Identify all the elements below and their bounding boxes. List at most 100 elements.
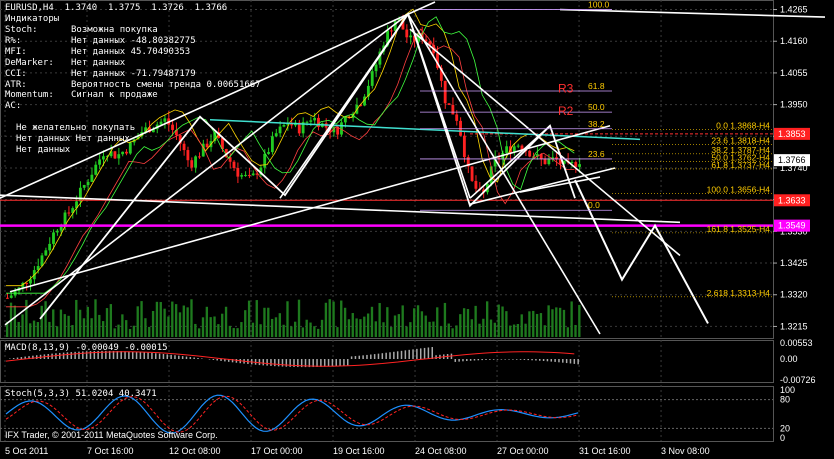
volume-bar xyxy=(198,328,201,337)
volume-bar xyxy=(493,322,497,337)
trend-line xyxy=(9,124,611,293)
volume-bar xyxy=(98,314,101,337)
volume-bar xyxy=(82,318,86,337)
candle-body xyxy=(90,174,94,182)
candle-body xyxy=(117,154,121,159)
volume-bar xyxy=(213,316,216,337)
volume-bar xyxy=(482,318,485,337)
price-label-text: 1.3633 xyxy=(778,195,806,205)
volume-bar xyxy=(40,305,43,337)
volume-bar xyxy=(455,325,458,337)
volume-bar xyxy=(90,318,93,337)
fibo-level-label: 61.8 xyxy=(588,81,605,91)
volume-bar xyxy=(578,304,581,337)
volume-bar xyxy=(501,306,504,337)
volume-bar xyxy=(236,328,239,337)
price-tick-label: 1.3215 xyxy=(780,321,808,331)
time-tick-label: 24 Oct 08:00 xyxy=(415,446,467,456)
volume-bar xyxy=(282,324,285,337)
volume-bar xyxy=(505,311,508,337)
volume-bar xyxy=(478,323,481,337)
volume-bar xyxy=(259,324,262,337)
candle-body xyxy=(489,166,493,184)
volume-bar xyxy=(267,307,270,337)
volume-bar xyxy=(44,301,47,337)
volume-bar xyxy=(182,305,185,337)
volume-bar xyxy=(178,312,182,337)
candle-body xyxy=(247,174,251,176)
candle-body xyxy=(274,133,278,137)
volume-bar xyxy=(436,307,439,337)
pivot-label: R2 xyxy=(558,104,574,118)
candle-body xyxy=(52,232,55,244)
candle-body xyxy=(390,30,393,32)
volume-bar xyxy=(424,315,427,337)
candle-body xyxy=(267,152,270,154)
volume-bar xyxy=(509,325,512,337)
volume-bar xyxy=(171,301,174,337)
candle-body xyxy=(505,146,509,153)
volume-bar xyxy=(217,324,220,337)
volume-bar xyxy=(443,302,447,337)
candle-body xyxy=(528,150,532,157)
volume-bar xyxy=(340,300,343,337)
volume-bar xyxy=(574,324,577,337)
candle-body xyxy=(459,120,462,136)
candle-body xyxy=(182,143,186,151)
candle-body xyxy=(55,230,59,233)
volume-bar xyxy=(405,326,408,337)
candle-body xyxy=(574,162,578,167)
volume-bar xyxy=(263,307,266,337)
volume-bar xyxy=(240,322,243,337)
volume-bar xyxy=(155,301,159,337)
candle-body xyxy=(263,153,267,168)
time-tick-label: 27 Oct 00:00 xyxy=(497,446,549,456)
volume-bar xyxy=(151,310,155,337)
stoch-title: Stoch(5,3,3) 51.0204 40.3471 xyxy=(5,389,157,399)
volume-bar xyxy=(29,323,32,337)
volume-bar xyxy=(251,322,255,337)
volume-bar xyxy=(228,325,232,337)
candle-body xyxy=(67,212,71,214)
volume-bar xyxy=(355,318,358,337)
volume-bar xyxy=(148,326,151,337)
candle-body xyxy=(309,120,313,122)
volume-bar xyxy=(75,299,78,337)
volume-bar xyxy=(109,304,113,337)
candle-body xyxy=(313,117,317,121)
candle-body xyxy=(470,166,474,181)
candle-body xyxy=(44,250,48,256)
fibo-level-label: 0.0 xyxy=(588,200,600,210)
price-tick-label: 1.3425 xyxy=(780,258,808,268)
candle-body xyxy=(455,114,459,121)
volume-bar xyxy=(305,319,308,337)
candle-body xyxy=(443,80,447,104)
candle-body xyxy=(78,187,82,202)
candle-body xyxy=(113,151,117,159)
candle-body xyxy=(405,29,409,38)
volume-bar xyxy=(32,320,36,337)
volume-bar xyxy=(386,307,389,337)
macd-tick-label: -0.00726 xyxy=(780,375,816,385)
volume-bar xyxy=(347,319,351,337)
volume-bar xyxy=(428,321,431,337)
volume-bar xyxy=(320,319,324,337)
volume-bar xyxy=(539,313,543,337)
candle-body xyxy=(6,297,9,299)
candle-body xyxy=(474,180,478,189)
candle-body xyxy=(462,135,466,158)
time-axis: 5 Oct 2011 7 Oct 16:00 12 Oct 08:00 17 Oct … xyxy=(5,446,710,456)
volume-bar xyxy=(159,302,162,337)
candle-body xyxy=(121,151,125,155)
candle-body xyxy=(94,164,98,175)
candle-body xyxy=(343,117,347,123)
volume-bar xyxy=(232,328,235,337)
volume-bar xyxy=(413,308,416,337)
stoch-tick-label: 80 xyxy=(780,395,790,405)
volume-bar xyxy=(117,324,120,337)
volume-bar xyxy=(286,301,289,337)
volume-bars xyxy=(6,299,581,337)
volume-bar xyxy=(17,321,20,337)
price-label-text: 1.3853 xyxy=(778,129,806,139)
volume-bar xyxy=(324,302,328,337)
